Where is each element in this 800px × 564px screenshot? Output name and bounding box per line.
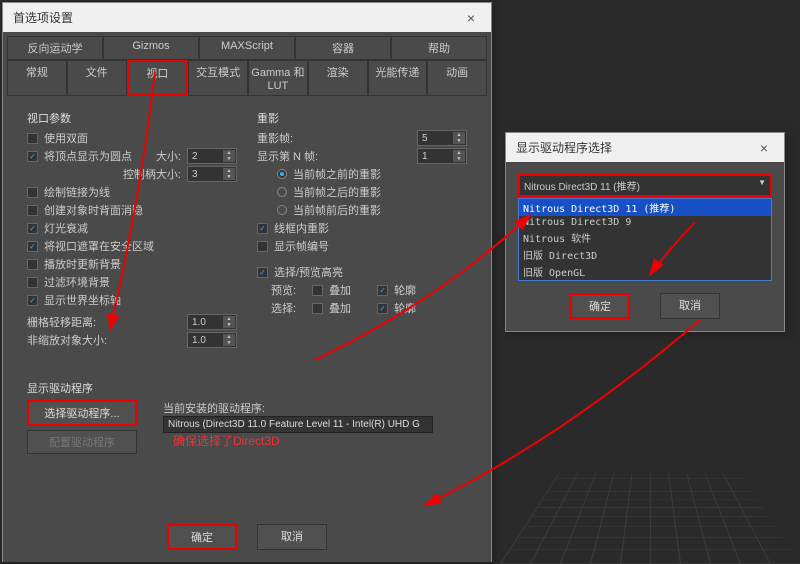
main-ok-button[interactable]: 确定: [167, 524, 237, 550]
list-item[interactable]: Nitrous 软件: [519, 229, 771, 246]
viewport-params-title: 视口参数: [27, 110, 237, 126]
list-item[interactable]: 旧版 Direct3D: [519, 246, 771, 263]
current-driver-label: 当前安装的驱动程序:: [163, 400, 433, 416]
tab-maxscript[interactable]: MAXScript: [199, 36, 295, 60]
list-item[interactable]: Nitrous Direct3D 11 (推荐): [519, 199, 771, 216]
preferences-dialog: 首选项设置 × 反向运动学 Gizmos MAXScript 容器 帮助 常规 …: [2, 2, 492, 562]
tab-render[interactable]: 渲染: [308, 60, 368, 96]
close-icon[interactable]: ×: [461, 10, 481, 26]
spinner-handle[interactable]: 3: [187, 166, 237, 182]
tab-container[interactable]: 容器: [295, 36, 391, 60]
tab-anim[interactable]: 动画: [427, 60, 487, 96]
list-item[interactable]: 旧版 OpenGL: [519, 263, 771, 280]
tab-row-1: 反向运动学 Gizmos MAXScript 容器 帮助: [7, 36, 487, 60]
spinner-size[interactable]: 2: [187, 148, 237, 164]
radio-after[interactable]: [277, 187, 287, 197]
driver-section-title: 显示驱动程序: [27, 380, 467, 396]
tab-viewport[interactable]: 视口: [127, 60, 189, 96]
cb-prev-ol[interactable]: [377, 285, 388, 296]
driver-listbox: Nitrous Direct3D 11 (推荐) Nitrous Direct3…: [518, 198, 772, 281]
cb-filterbg[interactable]: [27, 277, 38, 288]
cb-vertex-dot[interactable]: [27, 151, 38, 162]
cb-selpreview[interactable]: [257, 267, 268, 278]
annotation-note: 确保选择了Direct3D: [173, 432, 280, 449]
driver-dialog-title: 显示驱动程序选择: [516, 139, 612, 156]
cb-light[interactable]: [27, 223, 38, 234]
driver-select-dialog: 显示驱动程序选择 × Nitrous Direct3D 11 (推荐) Nitr…: [505, 132, 785, 332]
cb-prev-ov[interactable]: [312, 285, 323, 296]
cb-sel-ov[interactable]: [312, 303, 323, 314]
cb-links[interactable]: [27, 187, 38, 198]
tab-radiosity[interactable]: 光能传递: [368, 60, 428, 96]
spinner-nonscale[interactable]: 1.0: [187, 332, 237, 348]
driver-ok-button[interactable]: 确定: [570, 293, 630, 319]
tab-gamma[interactable]: Gamma 和 LUT: [248, 60, 308, 96]
driver-dialog-titlebar[interactable]: 显示驱动程序选择 ×: [506, 133, 784, 162]
spinner-grid[interactable]: 1.0: [187, 314, 237, 330]
main-cancel-button[interactable]: 取消: [257, 524, 327, 550]
tab-row-2: 常规 文件 视口 交互模式 Gamma 和 LUT 渲染 光能传递 动画: [7, 60, 487, 96]
dialog-title: 首选项设置: [13, 9, 73, 26]
cb-wireframe[interactable]: [257, 223, 268, 234]
cb-sel-ol[interactable]: [377, 303, 388, 314]
choose-driver-button[interactable]: 选择驱动程序...: [27, 400, 137, 426]
cb-worldaxis[interactable]: [27, 295, 38, 306]
tab-general[interactable]: 常规: [7, 60, 67, 96]
radio-both[interactable]: [277, 205, 287, 215]
current-driver-field: Nitrous (Direct3D 11.0 Feature Level 11 …: [163, 416, 433, 433]
tab-files[interactable]: 文件: [67, 60, 127, 96]
tab-interact[interactable]: 交互模式: [188, 60, 248, 96]
list-item[interactable]: Nitrous Direct3D 9: [519, 216, 771, 229]
dialog-titlebar[interactable]: 首选项设置 ×: [3, 3, 491, 32]
cb-updatebg[interactable]: [27, 259, 38, 270]
cb-framenum[interactable]: [257, 241, 268, 252]
spinner-ghost-nth[interactable]: 1: [417, 148, 467, 164]
cb-backface[interactable]: [27, 205, 38, 216]
cb-safe[interactable]: [27, 241, 38, 252]
config-driver-button[interactable]: 配置驱动程序: [27, 430, 137, 454]
driver-dropdown[interactable]: Nitrous Direct3D 11 (推荐): [518, 174, 772, 197]
spinner-ghost-frames[interactable]: 5: [417, 130, 467, 146]
ghosting-title: 重影: [257, 110, 467, 126]
cb-double[interactable]: [27, 133, 38, 144]
close-icon[interactable]: ×: [754, 140, 774, 156]
tab-help[interactable]: 帮助: [391, 36, 487, 60]
tab-ik[interactable]: 反向运动学: [7, 36, 103, 60]
tab-gizmos[interactable]: Gizmos: [103, 36, 199, 60]
driver-cancel-button[interactable]: 取消: [660, 293, 720, 319]
radio-before[interactable]: [277, 169, 287, 179]
